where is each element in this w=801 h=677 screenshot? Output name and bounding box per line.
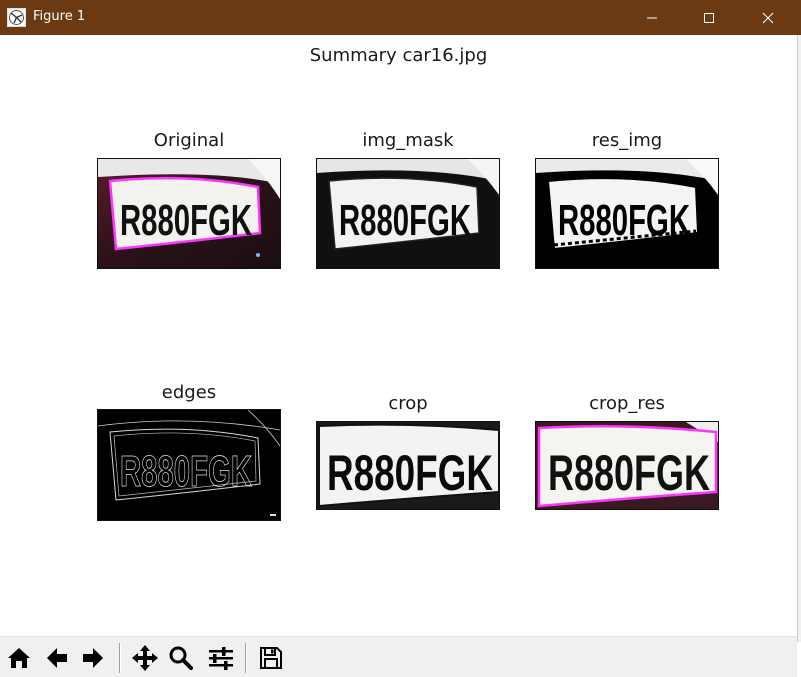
panel-title-original: Original (153, 130, 225, 151)
subplots-sliders-icon (209, 647, 233, 670)
panel-title-crop: crop (388, 393, 428, 414)
panel-image-original[interactable]: R880FGK (97, 158, 281, 269)
zoom-magnifier-icon (169, 646, 193, 670)
maximize-icon (704, 12, 714, 23)
panel-title-edges: edges (161, 382, 217, 403)
plate-text: R880FGK (120, 447, 252, 496)
back-button[interactable] (41, 642, 73, 674)
home-icon (8, 648, 30, 668)
minimize-icon (647, 17, 657, 18)
panel-title-res-img: res_img (591, 130, 663, 151)
minimize-button[interactable] (629, 0, 675, 35)
plate-text: R880FGK (558, 196, 690, 245)
forward-arrow-icon (83, 648, 103, 668)
panel-title-crop-res: crop_res (589, 393, 665, 414)
close-button[interactable] (745, 0, 791, 35)
save-floppy-icon (260, 647, 282, 669)
panel-title-img-mask: img_mask (362, 130, 454, 151)
forward-button[interactable] (77, 642, 109, 674)
panel-image-img-mask[interactable]: R880FGK (316, 158, 500, 269)
save-button[interactable] (255, 642, 287, 674)
close-icon (762, 12, 774, 23)
panel-image-crop-res[interactable]: R880FGK (535, 421, 719, 510)
panel-image-crop[interactable]: R880FGK (316, 421, 500, 510)
window-title: Figure 1 (33, 9, 86, 24)
title-bar[interactable]: Figure 1 (0, 0, 801, 35)
configure-subplots-button[interactable] (205, 642, 237, 674)
toolbar-separator (245, 643, 247, 673)
plate-text: R880FGK (120, 196, 252, 245)
pan-button[interactable] (129, 642, 161, 674)
maximize-button[interactable] (686, 0, 732, 35)
panel-image-res-img[interactable]: R880FGK (535, 158, 719, 269)
back-arrow-icon (47, 648, 67, 668)
navigation-toolbar (0, 636, 797, 677)
toolbar-separator (119, 643, 121, 673)
plate-text: R880FGK (339, 196, 471, 245)
pan-move-icon (132, 645, 158, 671)
plate-text: R880FGK (548, 445, 710, 501)
figure-suptitle: Summary car16.jpg (309, 45, 488, 66)
zoom-button[interactable] (165, 642, 197, 674)
home-button[interactable] (3, 642, 35, 674)
plate-text: R880FGK (327, 445, 493, 501)
matplotlib-app-icon (7, 8, 26, 27)
figure-window: Figure 1 Summary car16.jpg Original R880… (0, 0, 801, 677)
panel-image-edges[interactable]: R880FGK (97, 409, 281, 521)
